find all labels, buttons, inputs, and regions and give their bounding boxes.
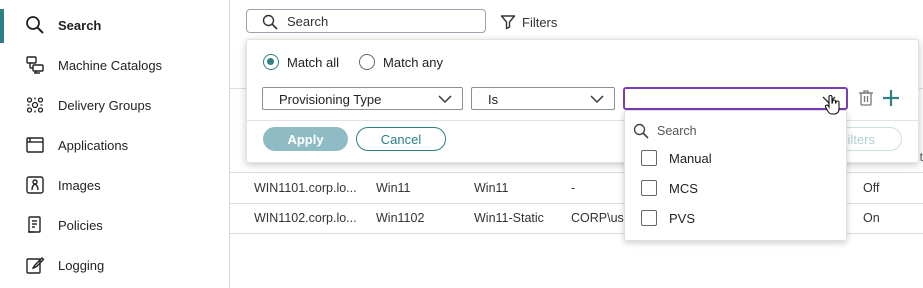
cell-power-state: Off	[863, 181, 880, 195]
sidebar-item-label: Delivery Groups	[58, 97, 152, 113]
machine-catalog-icon	[24, 54, 46, 76]
match-mode-group: Match all Match any	[263, 54, 463, 70]
filter-operator-select[interactable]: Is	[471, 87, 615, 110]
add-filter-icon[interactable]	[881, 88, 901, 111]
match-any-radio[interactable]: Match any	[359, 54, 443, 70]
apply-button[interactable]: Apply	[263, 127, 348, 151]
cell-machine-name: WIN1101.corp.lo...	[254, 181, 357, 195]
cell-user: CORP\use	[571, 211, 631, 225]
filter-field-value: Provisioning Type	[279, 92, 382, 107]
sidebar-item-logging[interactable]: Logging	[0, 245, 229, 285]
option-mcs[interactable]: MCS	[641, 178, 698, 198]
option-label: Manual	[669, 150, 712, 166]
column-header-partial: t	[919, 150, 923, 164]
sidebar-item-label: Logging	[58, 257, 105, 273]
app-window: Search Machine Catalogs Delivery Groups …	[0, 0, 923, 288]
sidebar-item-label: Machine Catalogs	[58, 57, 163, 73]
sidebar-item-machine-catalogs[interactable]: Machine Catalogs	[0, 45, 229, 85]
filter-icon	[500, 15, 516, 30]
cell-machine-name: WIN1102.corp.lo...	[254, 211, 357, 225]
sidebar-item-images[interactable]: Images	[0, 165, 229, 205]
search-input[interactable]: Search	[246, 9, 486, 33]
cell-delivery-group: Win11	[474, 181, 509, 195]
option-pvs[interactable]: PVS	[641, 208, 695, 228]
policies-icon	[24, 214, 46, 236]
cell-delivery-group: Win11-Static	[474, 211, 544, 225]
filters-button[interactable]: Filters	[500, 11, 557, 33]
search-icon	[24, 14, 46, 36]
chevron-down-icon	[822, 96, 836, 104]
delivery-groups-icon	[24, 94, 46, 116]
cell-user: -	[571, 181, 576, 195]
dropdown-search-input[interactable]: Search	[633, 123, 697, 139]
logging-icon	[24, 254, 46, 276]
filter-field-select[interactable]: Provisioning Type	[262, 87, 463, 110]
checkbox[interactable]	[641, 210, 657, 226]
checkbox[interactable]	[641, 180, 657, 196]
images-icon	[24, 174, 46, 196]
sidebar-item-label: Search	[58, 17, 102, 33]
option-manual[interactable]: Manual	[641, 148, 712, 168]
option-label: PVS	[669, 210, 696, 226]
sidebar-item-label: Applications	[58, 137, 129, 153]
match-all-radio[interactable]: Match all	[263, 54, 339, 70]
match-any-label: Match any	[383, 54, 444, 70]
sidebar: Search Machine Catalogs Delivery Groups …	[0, 0, 230, 288]
cancel-button[interactable]: Cancel	[356, 127, 446, 151]
cell-catalog: Win11	[376, 181, 411, 195]
sidebar-item-search[interactable]: Search	[0, 5, 229, 45]
filter-value-select[interactable]	[623, 87, 848, 110]
filters-label: Filters	[522, 14, 558, 30]
filter-operator-value: Is	[488, 92, 499, 107]
applications-icon	[24, 134, 46, 156]
search-placeholder: Search	[287, 14, 329, 29]
chevron-down-icon	[438, 95, 452, 103]
search-icon	[633, 123, 649, 139]
sidebar-item-label: Policies	[58, 217, 103, 233]
checkbox[interactable]	[641, 150, 657, 166]
sidebar-item-delivery-groups[interactable]: Delivery Groups	[0, 85, 229, 125]
sidebar-item-label: Images	[58, 177, 101, 193]
sidebar-item-policies[interactable]: Policies	[0, 205, 229, 245]
cell-catalog: Win1102	[376, 211, 425, 225]
chevron-down-icon	[590, 95, 604, 103]
match-all-label: Match all	[287, 54, 340, 70]
option-label: MCS	[669, 180, 698, 196]
dropdown-search-placeholder: Search	[657, 124, 697, 138]
cell-power-state: On	[863, 211, 880, 225]
sidebar-item-applications[interactable]: Applications	[0, 125, 229, 165]
search-icon	[262, 14, 278, 33]
filter-value-dropdown: Search Manual MCS PVS	[624, 110, 847, 241]
delete-filter-icon[interactable]	[858, 89, 874, 110]
